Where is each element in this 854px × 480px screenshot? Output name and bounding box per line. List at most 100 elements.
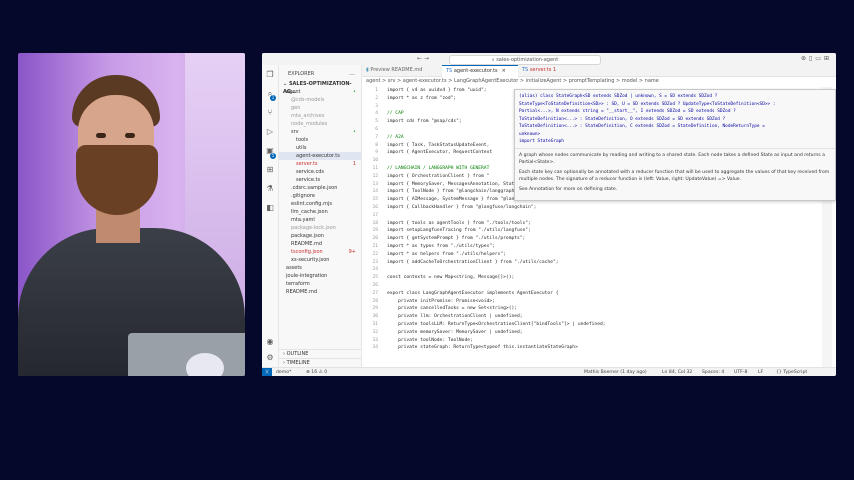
back-arrow-icon[interactable]: ← xyxy=(417,55,422,62)
tree-item[interactable]: mta.yaml xyxy=(279,216,361,224)
tree-item-marker: 9+ xyxy=(348,249,356,255)
code-line[interactable]: import { addCacheToOrchestrationClient }… xyxy=(387,259,827,267)
cursor-position[interactable]: Ln 84, Col 32 xyxy=(662,368,692,376)
tree-item[interactable]: README.md xyxy=(279,288,361,296)
toggle-panel-icon[interactable]: ▭ xyxy=(815,55,824,62)
tab-agent-executor[interactable]: TS agent-executor.ts × xyxy=(442,65,518,77)
command-center[interactable]: ⌕ sales-optimization-agent xyxy=(449,55,601,65)
code-line[interactable]: export class LangGraphAgentExecutor impl… xyxy=(387,290,827,298)
tree-item-label: llm_cache.json xyxy=(291,209,328,215)
tree-item[interactable]: eslint.config.mjs xyxy=(279,200,361,208)
git-blame[interactable]: Mathis Boerner (1 day ago) xyxy=(584,368,647,376)
code-line[interactable]: import { tools as agentTools } from "./t… xyxy=(387,220,827,228)
tree-item[interactable]: joule-integration xyxy=(279,272,361,280)
tree-item-label: server.ts xyxy=(296,161,318,167)
code-line[interactable]: private toolNode: ToolNode; xyxy=(387,337,827,345)
run-debug-icon[interactable]: ▷ xyxy=(262,127,278,141)
hover-desc-2: Each state key can optionally be annotat… xyxy=(519,169,830,182)
remote-indicator-icon[interactable]: ⟩⟨ xyxy=(262,368,272,376)
line-number: 19 xyxy=(372,228,378,234)
code-line[interactable]: import setupLangfuseTracing from "./util… xyxy=(387,227,827,235)
code-line[interactable]: const contexts = new Map<string, Message… xyxy=(387,274,827,282)
code-line[interactable]: private llm: OrchestrationClient | undef… xyxy=(387,313,827,321)
indentation[interactable]: Spaces: 4 xyxy=(702,368,724,376)
forward-arrow-icon[interactable]: → xyxy=(424,55,429,62)
line-number: 7 xyxy=(375,134,378,140)
signature-line: (alias) class StateGraph<SD extends SDZo… xyxy=(519,94,718,99)
tree-item[interactable]: README.md xyxy=(279,240,361,248)
tree-item[interactable]: utils xyxy=(279,144,361,152)
hover-signature: (alias) class StateGraph<SD extends SDZo… xyxy=(515,90,835,146)
line-number: 18 xyxy=(372,220,378,226)
line-number: 34 xyxy=(372,345,378,351)
tree-item[interactable]: tools xyxy=(279,136,361,144)
code-line[interactable]: private initPromise: Promise<void>; xyxy=(387,298,827,306)
code-line[interactable] xyxy=(387,212,827,220)
tree-item[interactable]: xs-security.json xyxy=(279,256,361,264)
tree-item-label: service.ts xyxy=(296,177,321,183)
tree-item[interactable]: srv • xyxy=(279,128,361,136)
tree-item-label: mta_archives xyxy=(291,113,325,119)
timeline-section[interactable]: › TIMELINE xyxy=(279,358,361,367)
code-line[interactable] xyxy=(387,266,827,274)
encoding[interactable]: UTF-8 xyxy=(734,368,747,376)
tree-item[interactable]: agent • xyxy=(279,88,361,96)
tree-item[interactable]: assets xyxy=(279,264,361,272)
testing-icon[interactable]: ⚗ xyxy=(262,184,278,198)
tree-item[interactable]: .gitignore xyxy=(279,192,361,200)
tree-item[interactable]: server.ts 1 xyxy=(279,160,361,168)
extensions-badge: 5 xyxy=(270,153,276,159)
tree-item[interactable]: node_modules xyxy=(279,120,361,128)
tree-item[interactable]: mta_archives xyxy=(279,112,361,120)
code-line[interactable]: import * as helpers from "./utils/helper… xyxy=(387,251,827,259)
breadcrumb[interactable]: agent > srv > agent-executor.ts > LangGr… xyxy=(362,77,836,86)
tree-item-label: package-lock.json xyxy=(291,225,336,231)
tree-item-label: srv xyxy=(291,129,299,135)
tree-item[interactable]: llm_cache.json xyxy=(279,208,361,216)
line-number: 8 xyxy=(375,142,378,148)
tree-item-marker: 1 xyxy=(352,161,356,167)
tab-preview-readme[interactable]: ▮ Preview README.md xyxy=(362,65,446,76)
tree-item[interactable]: service.cds xyxy=(279,168,361,176)
manage-gear-icon[interactable]: ⚙ xyxy=(262,353,278,362)
tree-item[interactable]: service.ts xyxy=(279,176,361,184)
project-root[interactable]: ⌄ SALES-OPTIMIZATION-AG... xyxy=(279,80,361,95)
tree-item-label: agent xyxy=(286,89,301,95)
explorer-icon[interactable]: ❐ xyxy=(262,70,278,84)
copilot-icon[interactable]: ⊛ xyxy=(801,55,809,62)
hover-desc-3: See Annotation for more on defining stat… xyxy=(519,186,618,192)
tree-item[interactable]: tsconfig.json 9+ xyxy=(279,248,361,256)
tree-item[interactable]: agent-executor.ts xyxy=(279,152,361,160)
line-number: 24 xyxy=(372,267,378,273)
tree-item[interactable]: .cdsrc.sample.json xyxy=(279,184,361,192)
code-line[interactable]: private memorySaver: MemorySaver | undef… xyxy=(387,329,827,337)
code-line[interactable]: import { getSystemPrompt } from "./utils… xyxy=(387,235,827,243)
line-ending[interactable]: LF xyxy=(758,368,763,376)
problems-count[interactable]: ⊗ 16 ⚠ 0 xyxy=(306,368,327,376)
language-mode[interactable]: {} TypeScript xyxy=(776,368,807,376)
git-branch[interactable]: demo* xyxy=(276,368,291,376)
extensions-icon[interactable]: ⊞ xyxy=(262,165,278,179)
tree-item[interactable]: @cds-models xyxy=(279,96,361,104)
outline-label: OUTLINE xyxy=(286,351,309,357)
close-icon[interactable]: × xyxy=(502,68,506,74)
code-line[interactable]: import * as types from "./utils/types"; xyxy=(387,243,827,251)
code-line[interactable]: private cancelledTasks = new Set<string>… xyxy=(387,305,827,313)
tree-item[interactable]: package.json xyxy=(279,232,361,240)
customize-layout-icon[interactable]: ⊞ xyxy=(824,55,832,62)
more-actions-icon[interactable]: … xyxy=(349,70,355,77)
line-number: 16 xyxy=(372,204,378,210)
source-control-icon[interactable]: ⑂ xyxy=(262,108,278,122)
tree-item[interactable]: gen xyxy=(279,104,361,112)
code-line[interactable]: private toolsLLM: ReturnType<Orchestrati… xyxy=(387,321,827,329)
tree-item-label: utils xyxy=(296,145,307,151)
code-line[interactable] xyxy=(387,282,827,290)
docker-icon[interactable]: ◧ xyxy=(262,203,278,217)
tree-item[interactable]: terraform xyxy=(279,280,361,288)
tab-server[interactable]: TS server.ts 1 xyxy=(518,65,578,76)
code-line[interactable]: import { CallbackHandler } from "@langfu… xyxy=(387,204,827,212)
tree-item-marker: • xyxy=(353,89,356,95)
tree-item[interactable]: package-lock.json xyxy=(279,224,361,232)
account-icon[interactable]: ◉ xyxy=(262,337,278,346)
code-line[interactable]: private stateGraph: ReturnType<typeof th… xyxy=(387,344,827,352)
